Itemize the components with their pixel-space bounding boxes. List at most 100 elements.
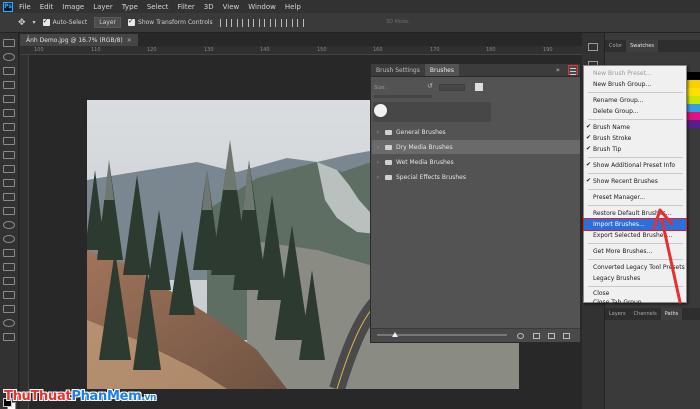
- reset-size-icon[interactable]: ↺: [427, 82, 433, 90]
- menu-item-show-recent-brushes[interactable]: ✔ Show Recent Brushes: [584, 176, 686, 187]
- marquee-tool-icon[interactable]: [3, 53, 15, 61]
- menu-item-delete-group[interactable]: Delete Group...: [584, 106, 686, 117]
- tab-layers[interactable]: Layers: [605, 308, 630, 320]
- move-tool-icon[interactable]: [3, 39, 15, 47]
- menu-type[interactable]: Type: [122, 3, 138, 11]
- brush-size-input[interactable]: [439, 84, 465, 91]
- clone-stamp-tool-icon[interactable]: [3, 165, 15, 173]
- lasso-tool-icon[interactable]: [3, 67, 15, 75]
- eyedropper-tool-icon[interactable]: [3, 123, 15, 131]
- rectangle-tool-icon[interactable]: [3, 291, 15, 299]
- brush-preview-area: [373, 102, 491, 122]
- document-tab[interactable]: Ảnh Demo.jpg @ 16.7% (RGB/8) ✕: [20, 34, 138, 46]
- healing-brush-tool-icon[interactable]: [3, 137, 15, 145]
- quick-select-tool-icon[interactable]: [3, 81, 15, 89]
- brush-tip-preview-icon[interactable]: [374, 104, 387, 117]
- history-panel-icon[interactable]: [588, 43, 598, 51]
- swatch[interactable]: [686, 128, 700, 136]
- menu-item-new-brush-group[interactable]: New Brush Group...: [584, 79, 686, 90]
- menu-item-show-additional-preset-info[interactable]: ✔ Show Additional Preset Info: [584, 160, 686, 171]
- slider-thumb-icon[interactable]: [392, 332, 398, 337]
- menu-select[interactable]: Select: [147, 3, 169, 11]
- close-tab-icon[interactable]: ✕: [127, 37, 132, 44]
- menu-window[interactable]: Window: [248, 3, 276, 11]
- zoom-tool-icon[interactable]: [3, 319, 15, 327]
- tab-channels[interactable]: Channels: [630, 308, 661, 320]
- brush-folder-dry-media[interactable]: › Dry Media Brushes: [372, 140, 580, 154]
- menu-layer[interactable]: Layer: [93, 3, 113, 11]
- panel-menu-button[interactable]: [568, 65, 578, 75]
- align-bottom-icon[interactable]: [274, 18, 282, 27]
- menu-item-preset-manager[interactable]: Preset Manager...: [584, 192, 686, 203]
- tab-color[interactable]: Color: [605, 40, 626, 52]
- tab-brushes[interactable]: Brushes: [424, 64, 459, 76]
- menu-item-new-brush-preset[interactable]: New Brush Preset...: [584, 68, 686, 79]
- swatch-grid: [686, 72, 700, 136]
- edit-toolbar-icon[interactable]: [3, 333, 15, 341]
- menu-edit[interactable]: Edit: [40, 3, 54, 11]
- history-brush-tool-icon[interactable]: [3, 179, 15, 187]
- swatch[interactable]: [686, 112, 700, 120]
- crop-tool-icon[interactable]: [3, 95, 15, 103]
- tool-preset-dropdown-icon[interactable]: ▾: [33, 19, 36, 26]
- brush-tool-icon[interactable]: [3, 151, 15, 159]
- show-transform-checkbox[interactable]: Show Transform Controls: [128, 17, 213, 26]
- blur-tool-icon[interactable]: [3, 221, 15, 229]
- chevron-right-icon[interactable]: ›: [374, 144, 382, 151]
- swatch[interactable]: [686, 104, 700, 112]
- ruler-tick-label: 150: [317, 47, 327, 53]
- eraser-tool-icon[interactable]: [3, 193, 15, 201]
- new-group-folder-icon[interactable]: [533, 333, 540, 339]
- path-selection-tool-icon[interactable]: [3, 277, 15, 285]
- align-center-icon[interactable]: [230, 18, 238, 27]
- collapse-panel-icon[interactable]: »: [556, 66, 560, 74]
- menu-item-rename-group[interactable]: Rename Group...: [584, 95, 686, 106]
- menu-file[interactable]: File: [19, 3, 31, 11]
- tab-brush-settings[interactable]: Brush Settings: [371, 64, 425, 76]
- menu-item-brush-stroke[interactable]: ✔ Brush Stroke: [584, 133, 686, 144]
- swatch[interactable]: [686, 72, 700, 80]
- chevron-right-icon[interactable]: ›: [374, 174, 382, 181]
- gradient-tool-icon[interactable]: [3, 207, 15, 215]
- brush-folder-special-effects[interactable]: › Special Effects Brushes: [372, 170, 580, 184]
- brush-size-slider[interactable]: [374, 95, 432, 98]
- distribute-horizontal-icon[interactable]: [296, 18, 304, 27]
- align-left-icon[interactable]: [219, 18, 227, 27]
- tab-swatches[interactable]: Swatches: [626, 40, 658, 52]
- toggle-brush-visibility-icon[interactable]: [517, 333, 524, 339]
- tab-paths[interactable]: Paths: [660, 308, 683, 320]
- menu-item-brush-name[interactable]: ✔ Brush Name: [584, 122, 686, 133]
- menu-image[interactable]: Image: [62, 3, 84, 11]
- align-top-icon[interactable]: [252, 18, 260, 27]
- menu-view[interactable]: View: [223, 3, 240, 11]
- menu-help[interactable]: Help: [285, 3, 301, 11]
- brush-folder-general[interactable]: › General Brushes: [372, 125, 580, 139]
- chevron-right-icon[interactable]: ›: [374, 159, 382, 166]
- move-tool-icon[interactable]: ✥: [18, 18, 26, 28]
- chevron-right-icon[interactable]: ›: [374, 129, 382, 136]
- hand-tool-icon[interactable]: [3, 305, 15, 313]
- menu-3d[interactable]: 3D: [204, 3, 214, 11]
- align-right-icon[interactable]: [241, 18, 249, 27]
- delete-trash-icon[interactable]: [563, 333, 570, 339]
- menu-filter[interactable]: Filter: [177, 3, 194, 11]
- distribute-icon[interactable]: [285, 18, 293, 27]
- dodge-tool-icon[interactable]: [3, 235, 15, 243]
- ruler-tick-label: 170: [430, 47, 440, 53]
- pen-tool-icon[interactable]: [3, 249, 15, 257]
- auto-select-target-dropdown[interactable]: Layer: [94, 17, 122, 28]
- swatch[interactable]: [686, 80, 700, 88]
- new-brush-icon[interactable]: [548, 333, 555, 339]
- watermark-part1: ThuThuat: [4, 389, 72, 404]
- align-middle-icon[interactable]: [263, 18, 271, 27]
- swatch[interactable]: [686, 96, 700, 104]
- type-tool-icon[interactable]: [3, 263, 15, 271]
- menu-item-brush-tip[interactable]: ✔ Brush Tip: [584, 144, 686, 155]
- brush-folder-wet-media[interactable]: › Wet Media Brushes: [372, 155, 580, 169]
- swatch[interactable]: [686, 120, 700, 128]
- edit-brush-icon[interactable]: [475, 83, 483, 91]
- auto-select-checkbox[interactable]: Auto-Select: [42, 17, 87, 26]
- swatch[interactable]: [686, 88, 700, 96]
- frame-tool-icon[interactable]: [3, 109, 15, 117]
- photoshop-logo-icon[interactable]: Ps: [3, 1, 13, 12]
